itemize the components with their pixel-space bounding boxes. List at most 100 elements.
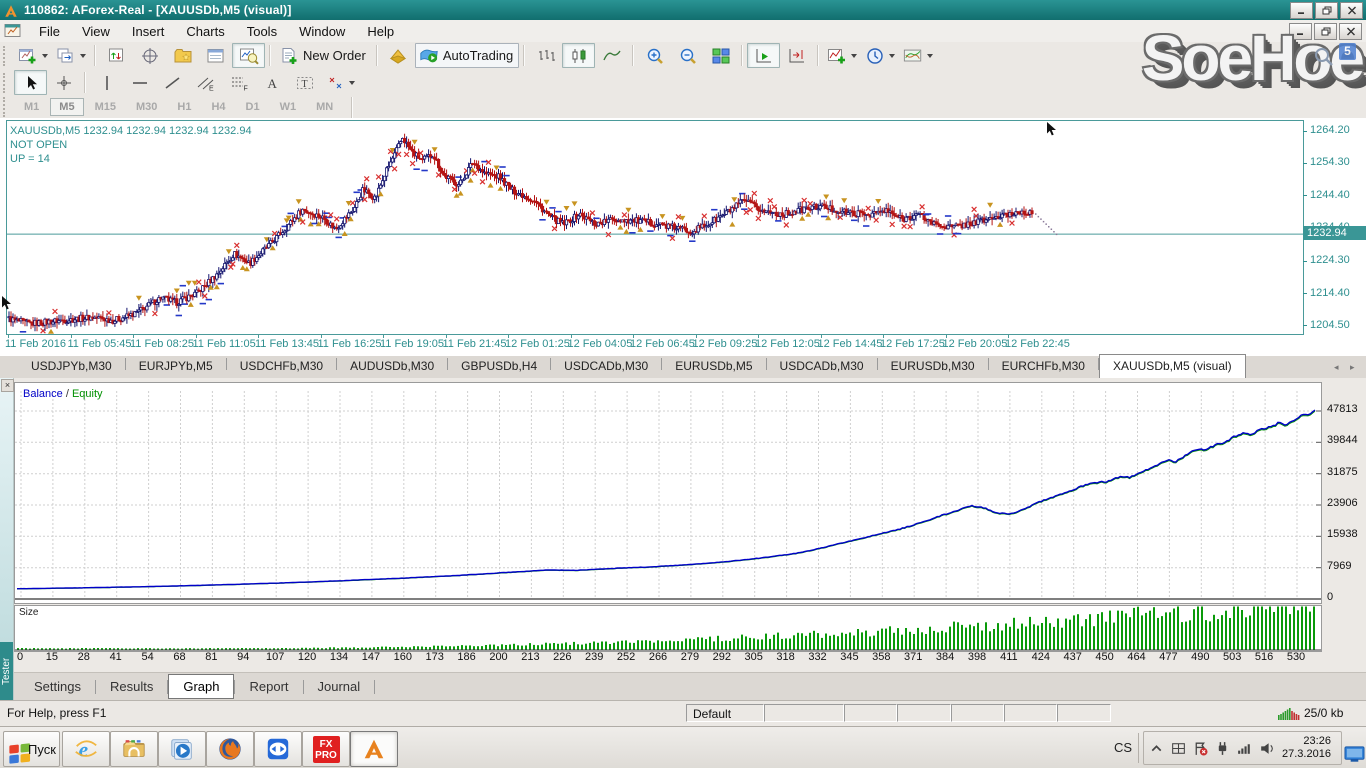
trendline-button[interactable]: [156, 70, 189, 95]
tester-tab-settings[interactable]: Settings: [20, 675, 95, 698]
price-chart-window[interactable]: XAUUSDb,M5 1232.94 1232.94 1232.94 1232.…: [0, 118, 1366, 356]
menu-window[interactable]: Window: [288, 22, 356, 41]
text-button[interactable]: A: [255, 70, 288, 95]
tabs-scroll-left-icon[interactable]: ◂: [1334, 362, 1342, 372]
chart-tab-xauusdb-m5--visual-[interactable]: XAUUSDb,M5 (visual): [1099, 354, 1246, 378]
flag-alert-icon[interactable]: [1192, 740, 1209, 757]
taskbar-app-fxpro[interactable]: FXPRO: [302, 731, 350, 767]
taskbar-app-internet-explorer[interactable]: e: [62, 731, 110, 767]
tester-tab-graph[interactable]: Graph: [168, 674, 234, 699]
taskbar-app-metatrader[interactable]: [350, 731, 398, 767]
chart-tab-usdcadb-m30[interactable]: USDCADb,M30: [767, 356, 877, 377]
network-signal-icon[interactable]: [1236, 740, 1253, 757]
timeframe-m15[interactable]: M15: [86, 98, 125, 116]
strategy-tester-button[interactable]: [232, 43, 265, 68]
crosshair-button[interactable]: [47, 70, 80, 95]
equity-graph[interactable]: Balance / Equity: [14, 382, 1322, 604]
autotrading-button[interactable]: AutoTrading: [415, 43, 519, 68]
timeframe-d1[interactable]: D1: [237, 98, 269, 116]
auto-scroll-button[interactable]: [747, 43, 780, 68]
mdi-minimize-button[interactable]: [1289, 23, 1312, 40]
market-watch-button[interactable]: [100, 43, 133, 68]
tester-tab-report[interactable]: Report: [235, 675, 302, 698]
fibonacci-retracement-button[interactable]: F: [222, 70, 255, 95]
equidistant-channel-button[interactable]: E: [189, 70, 222, 95]
zoom-out-button[interactable]: [671, 43, 704, 68]
timeframes-grip[interactable]: [3, 97, 9, 117]
zoom-in-button[interactable]: [638, 43, 671, 68]
templates-button[interactable]: [899, 43, 937, 68]
toolbar1-grip[interactable]: [3, 46, 9, 66]
line-chart-button[interactable]: [595, 43, 628, 68]
tester-panel-strip[interactable]: × Tester: [0, 378, 14, 700]
mdi-close-button[interactable]: [1339, 23, 1362, 40]
chart-tab-gbpusdb-h4[interactable]: GBPUSDb,H4: [448, 356, 550, 377]
menu-insert[interactable]: Insert: [121, 22, 176, 41]
timeframe-m1[interactable]: M1: [15, 98, 48, 116]
taskbar-app-file-explorer[interactable]: [110, 731, 158, 767]
candlestick-chart-button[interactable]: [562, 43, 595, 68]
horizontal-line-button[interactable]: [123, 70, 156, 95]
power-plug-icon[interactable]: [1214, 740, 1231, 757]
timeframe-mn[interactable]: MN: [307, 98, 342, 116]
menu-tools[interactable]: Tools: [236, 22, 288, 41]
profiles-dropdown-caret[interactable]: [80, 54, 86, 58]
chart-tab-eurusdb-m5[interactable]: EURUSDb,M5: [662, 356, 765, 377]
chart-tab-eurjpyb-m5[interactable]: EURJPYb,M5: [126, 356, 226, 377]
new-chart-button[interactable]: [14, 43, 52, 68]
tester-tab-results[interactable]: Results: [96, 675, 167, 698]
menu-file[interactable]: File: [28, 22, 71, 41]
indicators-button[interactable]: [823, 43, 861, 68]
chart-tab-eurusdb-m30[interactable]: EURUSDb,M30: [878, 356, 988, 377]
metaeditor-button[interactable]: [382, 43, 415, 68]
data-window-button[interactable]: [133, 43, 166, 68]
periods-button[interactable]: [861, 43, 899, 68]
language-indicator[interactable]: CS: [1114, 740, 1132, 755]
menu-view[interactable]: View: [71, 22, 121, 41]
text-label-button[interactable]: T: [288, 70, 321, 95]
minimize-button[interactable]: [1290, 2, 1313, 19]
timeframe-h4[interactable]: H4: [202, 98, 234, 116]
toolbar2-grip[interactable]: [3, 73, 9, 93]
tester-close-icon[interactable]: ×: [1, 379, 14, 392]
chart-tab-audusdb-m30[interactable]: AUDUSDb,M30: [337, 356, 447, 377]
timeframe-m30[interactable]: M30: [127, 98, 166, 116]
new-order-button[interactable]: New Order: [275, 43, 372, 68]
tile-windows-button[interactable]: [704, 43, 737, 68]
taskbar-app-media-player[interactable]: [158, 731, 206, 767]
cursor-button[interactable]: [14, 70, 47, 95]
taskbar-clock[interactable]: 23:26 27.3.2016: [1282, 735, 1331, 761]
terminal-button[interactable]: [199, 43, 232, 68]
menu-help[interactable]: Help: [356, 22, 405, 41]
mdi-restore-button[interactable]: [1314, 23, 1337, 40]
chart-mdi-icon[interactable]: [4, 23, 22, 39]
bar-chart-button[interactable]: [529, 43, 562, 68]
monitor-tray-icon[interactable]: [1344, 745, 1365, 765]
menu-charts[interactable]: Charts: [175, 22, 235, 41]
timeframe-h1[interactable]: H1: [168, 98, 200, 116]
new-chart-dropdown-caret[interactable]: [42, 54, 48, 58]
chevron-up-icon[interactable]: [1148, 740, 1165, 757]
vertical-line-button[interactable]: [90, 70, 123, 95]
restore-button[interactable]: [1315, 2, 1338, 19]
title-bar[interactable]: 110862: AForex-Real - [XAUUSDb,M5 (visua…: [0, 0, 1366, 20]
chart-tab-usdchfb-m30[interactable]: USDCHFb,M30: [227, 356, 336, 377]
periods-dropdown-caret[interactable]: [889, 54, 895, 58]
indicators-dropdown-caret[interactable]: [851, 54, 857, 58]
status-profile-cell[interactable]: Default: [686, 704, 764, 722]
speaker-icon[interactable]: [1258, 740, 1275, 757]
size-histogram[interactable]: Size: [14, 605, 1322, 652]
navigator-button[interactable]: [166, 43, 199, 68]
profiles-button[interactable]: [52, 43, 90, 68]
chart-tab-usdjpyb-m30[interactable]: USDJPYb,M30: [18, 356, 125, 377]
chart-tab-usdcadb-m30[interactable]: USDCADb,M30: [551, 356, 661, 377]
close-button[interactable]: [1340, 2, 1363, 19]
arrow-objects-button[interactable]: [321, 70, 359, 95]
timeframe-w1[interactable]: W1: [271, 98, 306, 116]
tabs-scroll-right-icon[interactable]: ▸: [1350, 362, 1358, 372]
tester-tab-journal[interactable]: Journal: [304, 675, 375, 698]
taskbar-app-teamviewer[interactable]: [254, 731, 302, 767]
taskbar-app-firefox[interactable]: [206, 731, 254, 767]
arrow-objects-dropdown-caret[interactable]: [349, 81, 355, 85]
timeframe-m5[interactable]: M5: [50, 98, 83, 116]
